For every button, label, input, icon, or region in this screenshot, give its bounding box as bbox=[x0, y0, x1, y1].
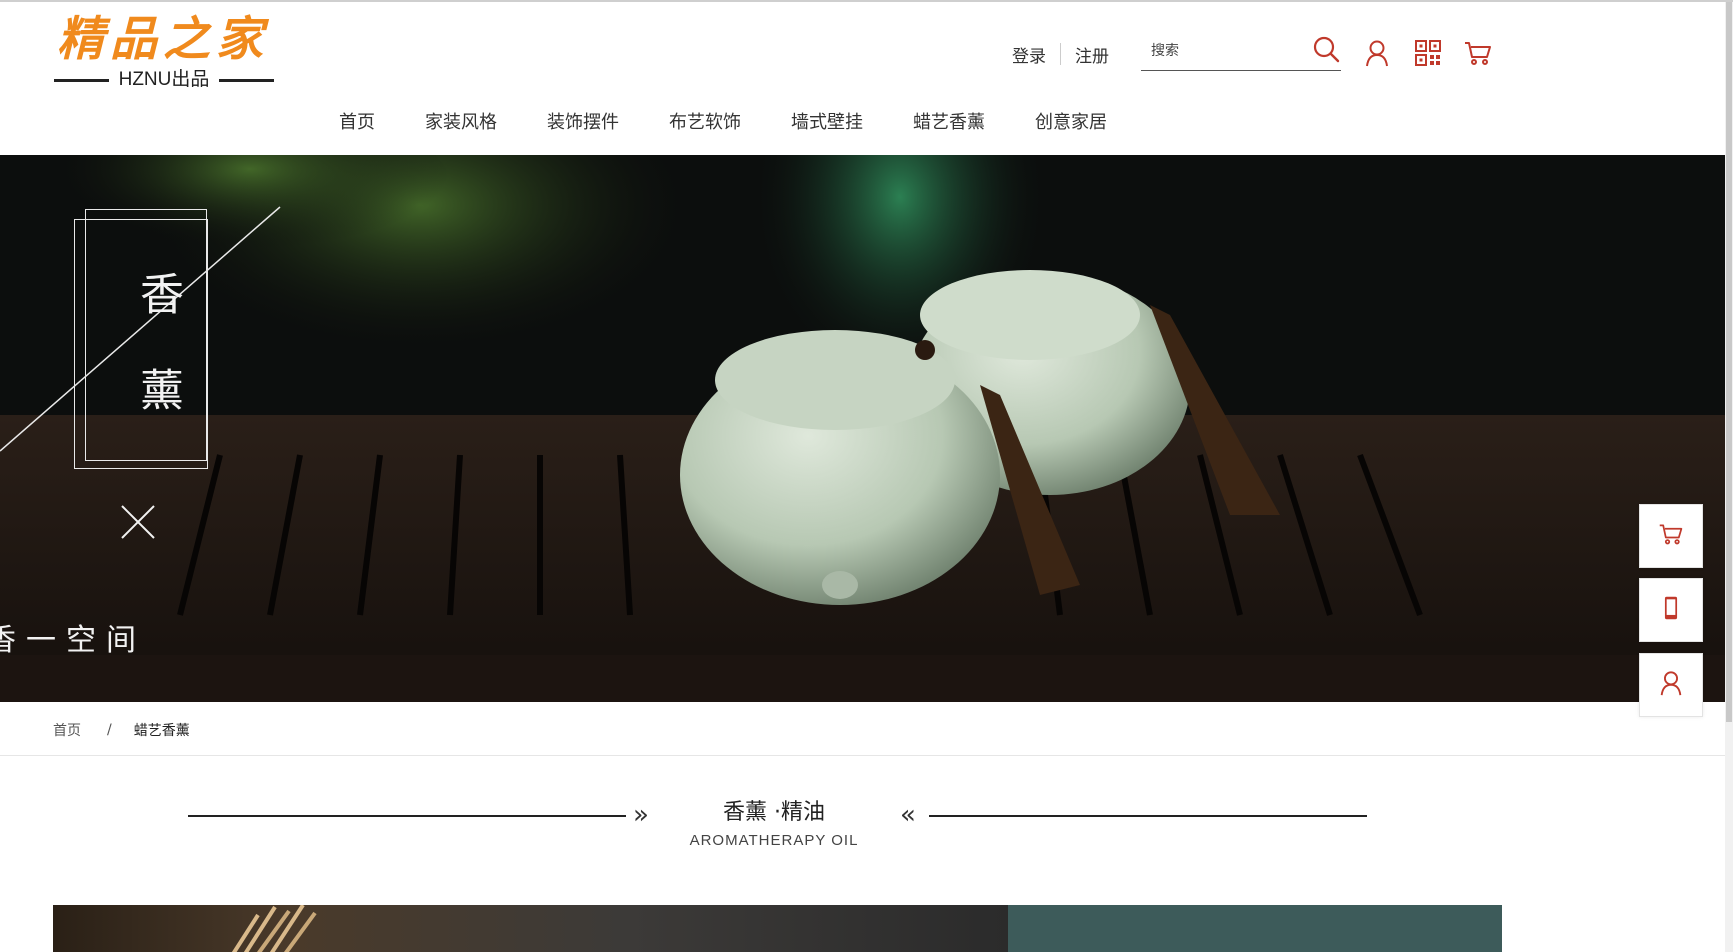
login-link[interactable]: 登录 bbox=[1012, 42, 1046, 67]
nav-item-home[interactable]: 首页 bbox=[339, 108, 375, 138]
banner-tagline: 香一空间 bbox=[0, 623, 146, 658]
nav-item-wall-decor[interactable]: 墙式壁挂 bbox=[791, 108, 863, 138]
product-image-incense[interactable] bbox=[53, 905, 1008, 952]
user-icon bbox=[1657, 669, 1685, 701]
float-cart-button[interactable] bbox=[1639, 504, 1703, 568]
logo-divider-right bbox=[219, 79, 274, 82]
qr-code-icon[interactable] bbox=[1413, 38, 1443, 68]
float-user-button[interactable] bbox=[1639, 653, 1703, 717]
search-input[interactable] bbox=[1149, 38, 1303, 64]
logo-divider-left bbox=[54, 79, 109, 82]
search-icon[interactable] bbox=[1311, 35, 1341, 65]
nav-item-fabrics[interactable]: 布艺软饰 bbox=[669, 108, 741, 138]
register-link[interactable]: 注册 bbox=[1075, 42, 1109, 67]
banner-vertical-title: 香薰 bbox=[132, 271, 183, 463]
scrollbar-thumb[interactable] bbox=[1726, 2, 1732, 722]
section-arrow-right: » bbox=[633, 800, 649, 830]
logo-title: 精品之家 bbox=[57, 12, 269, 67]
product-image-panel[interactable] bbox=[1008, 905, 1502, 952]
breadcrumb-home[interactable]: 首页 bbox=[53, 720, 81, 740]
user-icon[interactable] bbox=[1362, 38, 1392, 68]
main-nav: 首页 家装风格 装饰摆件 布艺软饰 墙式壁挂 蜡艺香薰 创意家居 bbox=[339, 108, 1157, 138]
nav-item-creative-home[interactable]: 创意家居 bbox=[1035, 108, 1107, 138]
breadcrumb-current: 蜡艺香薰 bbox=[133, 723, 190, 739]
site-logo[interactable]: 精品之家 HZNU出品 bbox=[52, 12, 274, 92]
hero-banner[interactable]: 香薰 香一空间 bbox=[0, 155, 1725, 702]
page: 精品之家 HZNU出品 登录 注册 搜索 首页 家装风格 装饰摆件 布艺软饰 墙… bbox=[0, 0, 1733, 952]
breadcrumb-divider bbox=[0, 755, 1725, 756]
nav-item-aromatherapy[interactable]: 蜡艺香薰 bbox=[913, 108, 985, 138]
page-scrollbar[interactable] bbox=[1725, 2, 1733, 952]
cart-icon[interactable] bbox=[1463, 38, 1493, 68]
link-separator bbox=[1060, 43, 1061, 65]
user-links: 登录 注册 bbox=[1012, 40, 1109, 68]
search-box bbox=[1141, 32, 1341, 71]
float-mobile-button[interactable] bbox=[1639, 578, 1703, 642]
nav-item-ornaments[interactable]: 装饰摆件 bbox=[547, 108, 619, 138]
section-subtitle: AROMATHERAPY OIL bbox=[689, 832, 859, 849]
section-arrow-left: « bbox=[900, 800, 916, 830]
breadcrumb: 首页 / 蜡艺香薰 bbox=[53, 720, 190, 740]
cart-icon bbox=[1658, 521, 1684, 551]
section-line-right bbox=[929, 815, 1367, 817]
mobile-icon bbox=[1658, 595, 1684, 625]
section-line-left bbox=[188, 815, 626, 817]
logo-subtitle: HZNU出品 bbox=[118, 69, 210, 90]
banner-cross-mark bbox=[121, 505, 155, 539]
nav-item-home-style[interactable]: 家装风格 bbox=[425, 108, 497, 138]
section-title: 香薰 ·精油 bbox=[723, 800, 825, 825]
breadcrumb-separator: / bbox=[107, 722, 112, 738]
